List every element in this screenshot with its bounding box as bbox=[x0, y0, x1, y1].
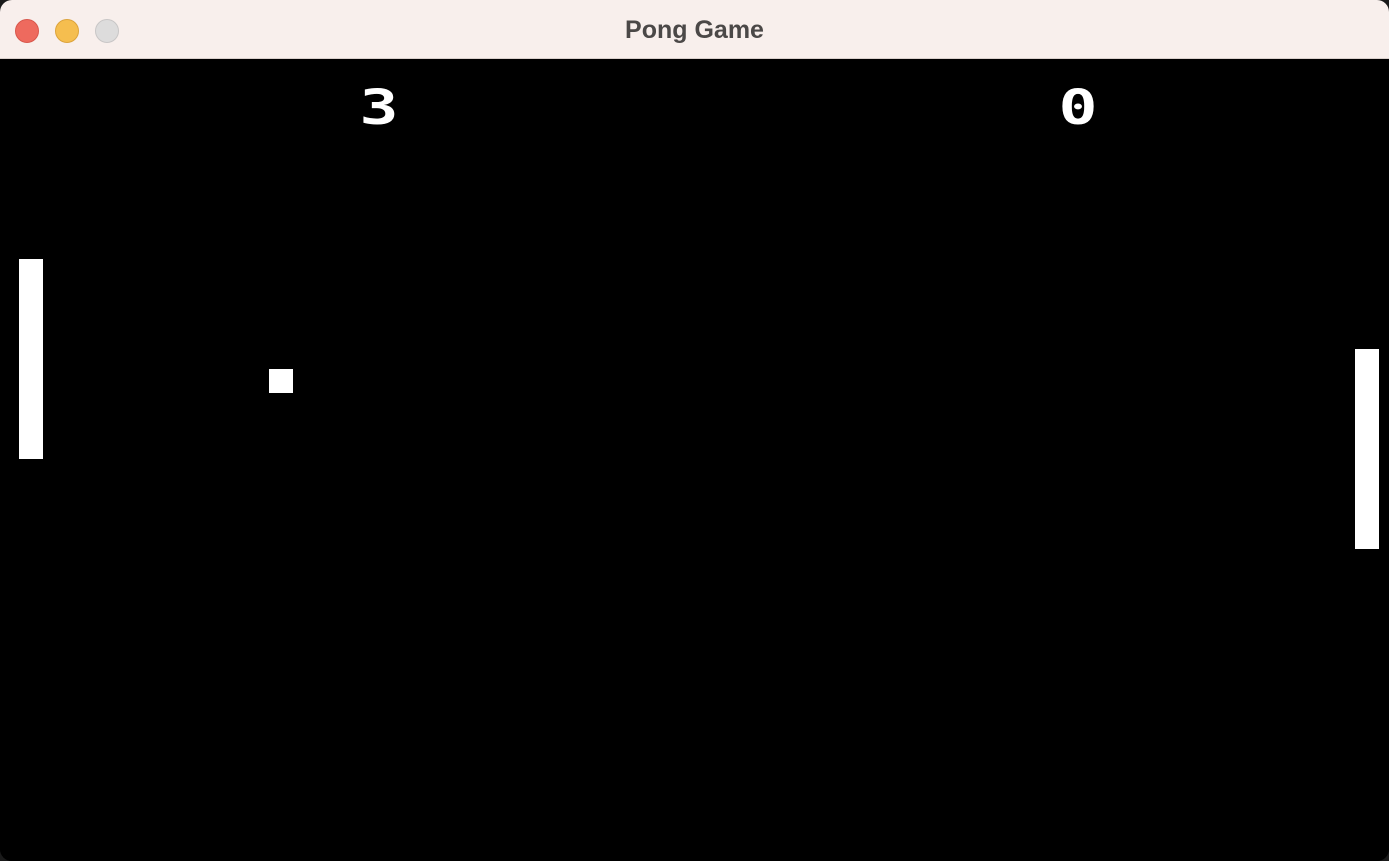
right-paddle bbox=[1355, 349, 1379, 549]
left-player-score: 3 bbox=[359, 80, 399, 136]
app-window: Pong Game 3 0 bbox=[0, 0, 1389, 861]
title-bar[interactable]: Pong Game bbox=[0, 0, 1389, 59]
ball bbox=[269, 369, 293, 393]
left-paddle bbox=[19, 259, 43, 459]
window-title: Pong Game bbox=[625, 16, 764, 44]
right-player-score: 0 bbox=[1058, 80, 1098, 136]
game-canvas[interactable]: 3 0 bbox=[0, 59, 1389, 861]
